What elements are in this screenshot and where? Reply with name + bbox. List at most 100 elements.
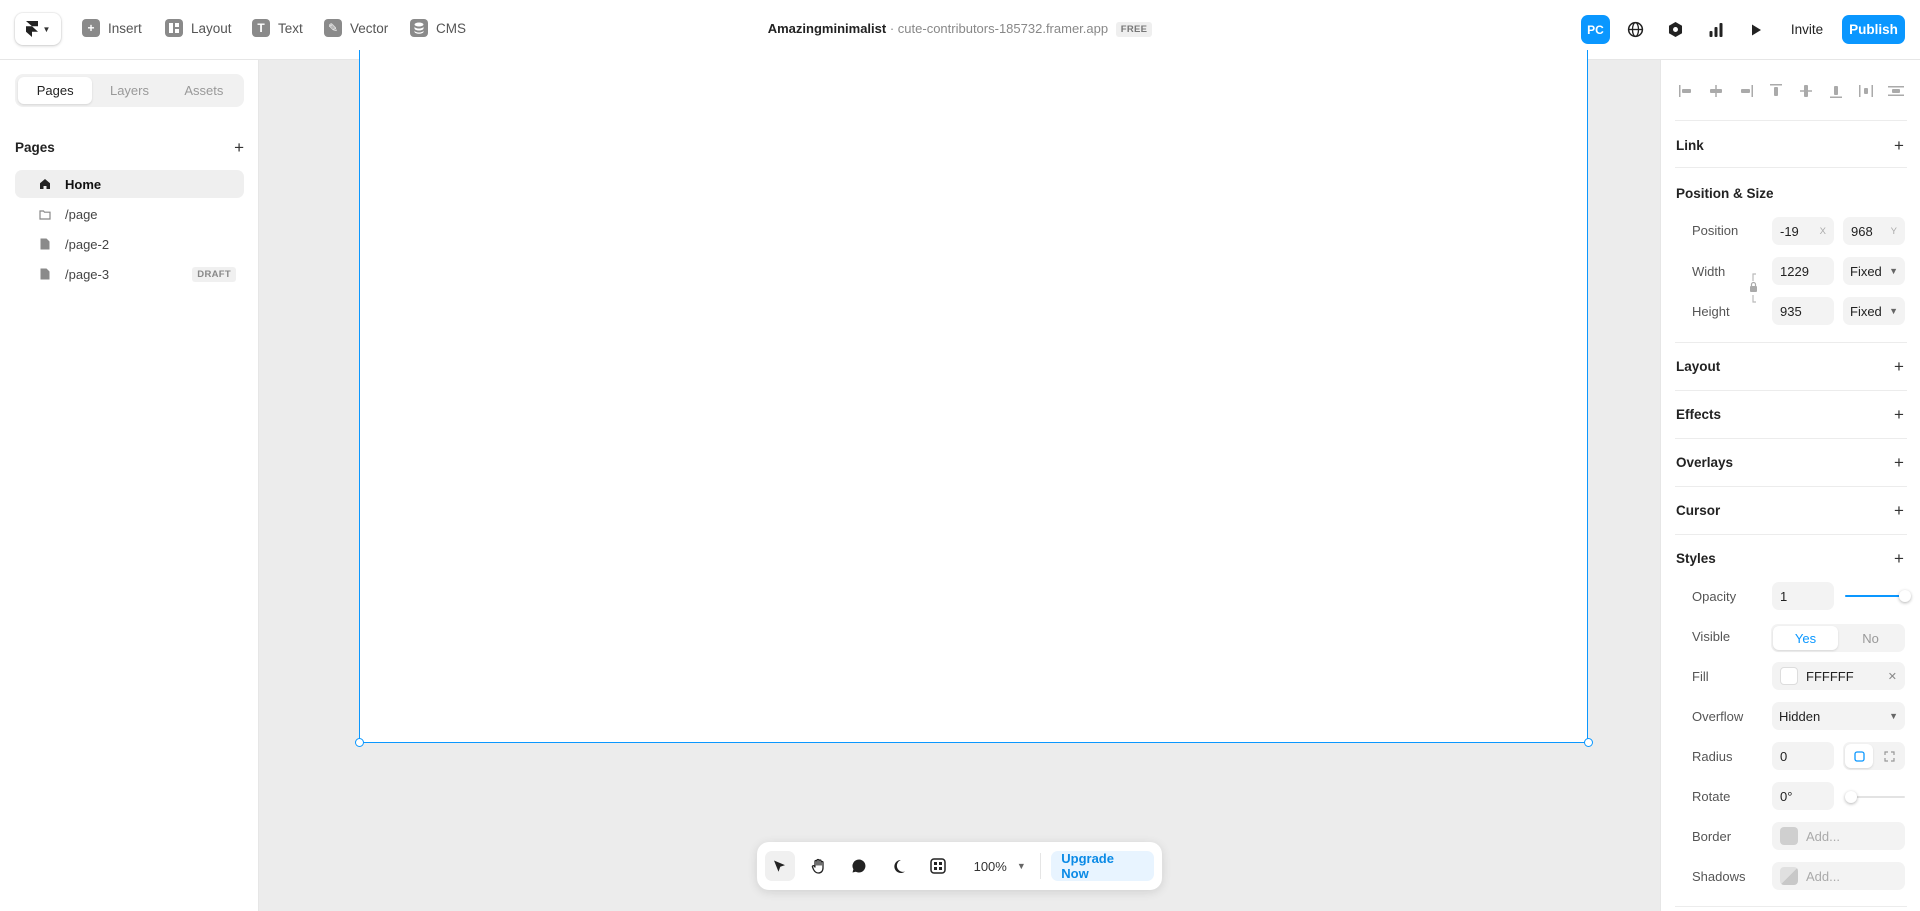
cms-button[interactable]: CMS bbox=[410, 19, 466, 37]
selected-frame[interactable] bbox=[359, 50, 1588, 743]
page-label: /page bbox=[65, 206, 98, 222]
rotate-input[interactable]: 0° bbox=[1772, 782, 1834, 810]
rotate-slider[interactable] bbox=[1845, 791, 1905, 803]
align-left-icon[interactable] bbox=[1675, 80, 1697, 102]
opacity-input[interactable]: 1 bbox=[1772, 582, 1834, 610]
border-placeholder: Add... bbox=[1806, 828, 1840, 844]
analytics-button[interactable] bbox=[1701, 15, 1730, 44]
position-size-section-title: Position & Size bbox=[1676, 186, 1774, 201]
section-divider bbox=[1675, 906, 1907, 907]
page-item-page-3[interactable]: /page-3 DRAFT bbox=[15, 260, 244, 288]
cms-database-icon bbox=[410, 19, 428, 37]
opacity-slider-knob[interactable] bbox=[1899, 590, 1911, 602]
bar-chart-icon bbox=[1709, 22, 1722, 37]
add-style-icon[interactable]: + bbox=[1894, 550, 1904, 567]
add-cursor-icon[interactable]: + bbox=[1894, 502, 1904, 519]
border-input[interactable]: Add... bbox=[1772, 822, 1905, 850]
rotate-slider-knob[interactable] bbox=[1845, 791, 1857, 803]
fill-input[interactable]: FFFFFF ✕ bbox=[1772, 662, 1905, 690]
height-input[interactable]: 935 bbox=[1772, 297, 1834, 325]
radius-mode-toggle bbox=[1843, 742, 1905, 770]
visible-no-option[interactable]: No bbox=[1838, 626, 1903, 650]
visible-yes-option[interactable]: Yes bbox=[1773, 626, 1838, 650]
properties-panel: Link + Position & Size Position -19 X 96… bbox=[1660, 60, 1920, 911]
dark-mode-button[interactable] bbox=[884, 851, 914, 881]
insert-button[interactable]: + Insert bbox=[82, 19, 142, 37]
height-label: Height bbox=[1692, 304, 1730, 319]
text-button[interactable]: T Text bbox=[252, 19, 303, 37]
vector-label: Vector bbox=[350, 20, 389, 36]
publish-button[interactable]: Publish bbox=[1842, 15, 1905, 44]
resize-handle-bottom-right[interactable] bbox=[1584, 738, 1593, 747]
tab-pages[interactable]: Pages bbox=[18, 77, 93, 104]
opacity-slider[interactable] bbox=[1845, 590, 1911, 602]
site-settings-button[interactable] bbox=[1621, 15, 1650, 44]
chevron-down-icon: ▼ bbox=[1889, 306, 1898, 316]
styles-section-title: Styles bbox=[1676, 551, 1716, 566]
section-divider bbox=[1675, 486, 1907, 487]
play-icon bbox=[1751, 24, 1761, 35]
canvas[interactable] bbox=[259, 50, 1660, 911]
overlays-section-title: Overlays bbox=[1676, 455, 1734, 470]
align-top-icon[interactable] bbox=[1765, 80, 1787, 102]
height-mode-dropdown[interactable]: Fixed ▼ bbox=[1843, 297, 1905, 325]
shadows-placeholder: Add... bbox=[1806, 868, 1840, 884]
component-grid-icon bbox=[930, 858, 947, 874]
add-page-icon[interactable]: + bbox=[234, 139, 244, 156]
select-tool-button[interactable] bbox=[765, 851, 795, 881]
tab-assets[interactable]: Assets bbox=[167, 77, 241, 104]
cms-label: CMS bbox=[436, 20, 466, 36]
add-link-icon[interactable]: + bbox=[1894, 137, 1904, 154]
tab-layers[interactable]: Layers bbox=[92, 77, 166, 104]
pages-section-header: Pages + bbox=[15, 139, 244, 156]
vector-button[interactable]: ✎ Vector bbox=[324, 19, 388, 37]
distribute-horizontal-icon[interactable] bbox=[1855, 80, 1877, 102]
insert-icon: + bbox=[82, 19, 100, 37]
align-center-horizontal-icon[interactable] bbox=[1705, 80, 1727, 102]
framer-menu-button[interactable]: ▼ bbox=[15, 13, 61, 45]
add-effect-icon[interactable]: + bbox=[1894, 406, 1904, 423]
width-mode-dropdown[interactable]: Fixed ▼ bbox=[1843, 257, 1905, 285]
width-input[interactable]: 1229 bbox=[1772, 257, 1834, 285]
visible-toggle: Yes No bbox=[1771, 624, 1905, 652]
project-name: Amazingminimalist bbox=[767, 21, 887, 36]
fill-color-swatch[interactable] bbox=[1780, 667, 1798, 685]
radius-input[interactable]: 0 bbox=[1772, 742, 1834, 770]
title-separator: · bbox=[889, 21, 895, 36]
overflow-dropdown[interactable]: Hidden ▼ bbox=[1772, 702, 1905, 730]
zoom-dropdown[interactable]: 100% ▼ bbox=[965, 851, 1034, 881]
align-center-vertical-icon[interactable] bbox=[1795, 80, 1817, 102]
comment-tool-button[interactable] bbox=[844, 851, 874, 881]
insert-label: Insert bbox=[108, 20, 142, 36]
page-item-home[interactable]: Home bbox=[15, 170, 244, 198]
add-overlay-icon[interactable]: + bbox=[1894, 454, 1904, 471]
align-bottom-icon[interactable] bbox=[1825, 80, 1847, 102]
align-right-icon[interactable] bbox=[1735, 80, 1757, 102]
component-tool-button[interactable] bbox=[924, 851, 954, 881]
position-x-input[interactable]: -19 X bbox=[1772, 217, 1834, 245]
invite-button[interactable]: Invite bbox=[1781, 15, 1833, 44]
radius-label: Radius bbox=[1692, 749, 1733, 764]
layout-label: Layout bbox=[191, 20, 232, 36]
uniform-radius-icon[interactable] bbox=[1845, 744, 1873, 768]
page-item-page[interactable]: /page bbox=[15, 200, 244, 228]
breakpoint-pc-button[interactable]: PC bbox=[1581, 15, 1610, 44]
individual-corners-icon[interactable] bbox=[1875, 744, 1903, 768]
shadow-swatch bbox=[1780, 867, 1798, 885]
position-y-input[interactable]: 968 Y bbox=[1843, 217, 1905, 245]
zoom-value: 100% bbox=[973, 858, 1007, 874]
upgrade-now-button[interactable]: Upgrade Now bbox=[1051, 851, 1154, 881]
remove-fill-icon[interactable]: ✕ bbox=[1888, 670, 1897, 683]
page-item-page-2[interactable]: /page-2 bbox=[15, 230, 244, 258]
layout-button[interactable]: Layout bbox=[165, 19, 232, 37]
distribute-vertical-icon[interactable] bbox=[1885, 80, 1907, 102]
shadows-input[interactable]: Add... bbox=[1772, 862, 1905, 890]
aspect-ratio-lock-button[interactable] bbox=[1747, 270, 1761, 306]
framer-logo-icon bbox=[25, 21, 38, 37]
preview-button[interactable] bbox=[1741, 15, 1770, 44]
add-layout-icon[interactable]: + bbox=[1894, 358, 1904, 375]
resize-handle-bottom-left[interactable] bbox=[355, 738, 364, 747]
settings-button[interactable] bbox=[1661, 15, 1690, 44]
text-label: Text bbox=[278, 20, 303, 36]
hand-tool-button[interactable] bbox=[805, 851, 835, 881]
